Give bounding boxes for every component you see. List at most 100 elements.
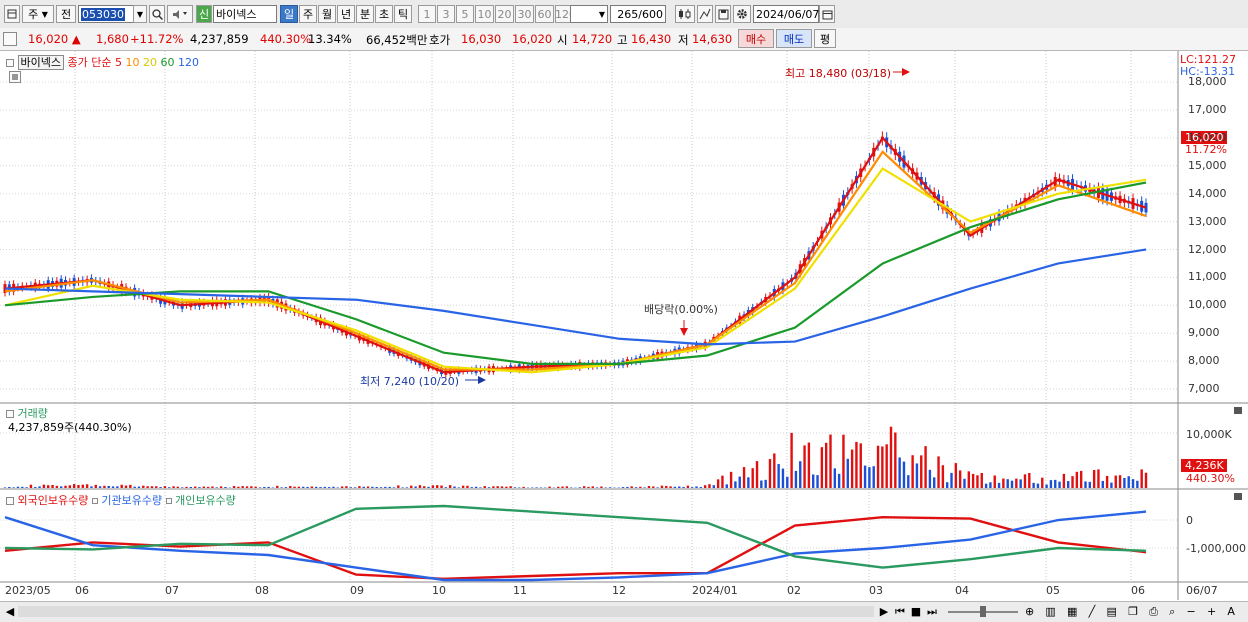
search-icon[interactable]: ⌕ bbox=[1169, 605, 1175, 619]
stock-name-field[interactable]: 바이넥스 bbox=[213, 5, 277, 23]
panel-close-icon[interactable] bbox=[1234, 493, 1242, 500]
interval-dropdown[interactable]: ▼ bbox=[570, 5, 608, 23]
market-select[interactable]: 주 ▼ bbox=[22, 5, 54, 23]
volume-bar bbox=[259, 487, 261, 488]
period-tab-1[interactable]: 주 bbox=[299, 5, 317, 23]
current-price: 16,020 ▲ bbox=[28, 32, 81, 46]
volume-bar bbox=[994, 475, 996, 488]
volume-bar bbox=[708, 484, 710, 488]
scroll-left-icon[interactable]: ◀ bbox=[4, 605, 16, 618]
stop-icon[interactable]: ■ bbox=[910, 605, 922, 618]
scrollbar-track[interactable] bbox=[18, 606, 874, 617]
volume-bar bbox=[56, 486, 58, 488]
search-icon[interactable] bbox=[149, 5, 165, 23]
window-menu-icon[interactable] bbox=[4, 5, 20, 23]
volume-bar bbox=[834, 468, 836, 488]
volume-bar bbox=[384, 487, 386, 488]
up-arrow-icon: ▲ bbox=[72, 32, 81, 46]
period-tab-0[interactable]: 일 bbox=[280, 5, 298, 23]
interval-tab-1[interactable]: 1 bbox=[418, 5, 436, 23]
volume-bar bbox=[933, 477, 935, 488]
interval-tab-60[interactable]: 60 bbox=[535, 5, 554, 23]
volume-bar bbox=[216, 487, 218, 488]
legend-toggle-icon[interactable] bbox=[6, 410, 14, 418]
volume-bar bbox=[998, 483, 1000, 488]
copy-icon[interactable]: ❐ bbox=[1128, 605, 1138, 618]
font-icon[interactable]: A bbox=[1227, 605, 1235, 618]
legend-toggle-icon[interactable] bbox=[166, 498, 172, 504]
scroll-right-icon[interactable]: ▶ bbox=[878, 605, 890, 618]
volume-bar bbox=[367, 486, 369, 488]
last-page-icon[interactable]: ⏭ bbox=[926, 605, 938, 618]
volume-bar bbox=[341, 486, 343, 488]
zoom-slider-handle[interactable] bbox=[980, 606, 986, 617]
date-field[interactable]: 2024/06/07 bbox=[753, 5, 819, 23]
zoom-icon[interactable]: ⊕ bbox=[1025, 605, 1034, 618]
interval-tab-5[interactable]: 5 bbox=[456, 5, 474, 23]
candle-type-icon[interactable] bbox=[675, 5, 695, 23]
legend-toggle-icon[interactable] bbox=[6, 59, 14, 67]
volume-bar bbox=[302, 487, 304, 488]
interval-tab-10[interactable]: 10 bbox=[475, 5, 494, 23]
draw-tool-icon[interactable] bbox=[697, 5, 713, 23]
buy-button[interactable]: 매수 bbox=[738, 29, 774, 48]
bar-icon[interactable]: ▤ bbox=[1106, 605, 1116, 618]
line-icon[interactable]: ╱ bbox=[1089, 605, 1096, 618]
first-page-icon[interactable]: ⏮ bbox=[894, 605, 906, 618]
chevron-down-icon[interactable]: ▼ bbox=[133, 5, 147, 23]
volume-bar bbox=[535, 487, 537, 488]
period-tab-4[interactable]: 분 bbox=[356, 5, 374, 23]
calculator-icon[interactable] bbox=[9, 71, 21, 83]
bottom-toolbar: ◀ ▶ ⏮ ■ ⏭ ⊕ ▥ ▦ ╱ ▤ ❐ ⎙ ⌕ − + A bbox=[0, 601, 1248, 622]
stock-code-input[interactable]: 053030 bbox=[78, 5, 134, 23]
calendar-icon[interactable] bbox=[819, 5, 835, 23]
volume-bar bbox=[190, 487, 192, 488]
x-tick-label: 03 bbox=[869, 584, 883, 597]
interval-tab-20[interactable]: 20 bbox=[495, 5, 514, 23]
volume-bar bbox=[1089, 482, 1091, 488]
volume-bar bbox=[155, 486, 157, 488]
volume-bar bbox=[868, 467, 870, 488]
interval-tab-30[interactable]: 30 bbox=[515, 5, 534, 23]
volume-bar bbox=[1011, 481, 1013, 488]
volume-bar bbox=[756, 461, 758, 488]
gear-icon[interactable] bbox=[733, 5, 751, 23]
count-field[interactable]: 265/600 bbox=[610, 5, 666, 23]
volume-bar bbox=[769, 459, 771, 488]
grid-icon[interactable]: ▦ bbox=[1067, 605, 1077, 618]
period-tab-5[interactable]: 초 bbox=[375, 5, 393, 23]
volume-bar bbox=[95, 485, 97, 488]
volume-bar bbox=[1024, 474, 1026, 488]
chart-icon[interactable]: ▥ bbox=[1045, 605, 1055, 618]
save-icon[interactable] bbox=[715, 5, 731, 23]
volume-bar bbox=[1067, 481, 1069, 488]
volume-bar bbox=[254, 487, 256, 488]
period-tab-6[interactable]: 틱 bbox=[394, 5, 412, 23]
prev-button[interactable]: 전 bbox=[56, 5, 76, 23]
period-tab-3[interactable]: 년 bbox=[337, 5, 355, 23]
volume-bar bbox=[484, 486, 486, 488]
price-change-pct: +11.72% bbox=[130, 32, 184, 46]
volume-bar bbox=[497, 486, 499, 488]
stock-name-label: 바이넥스 bbox=[18, 55, 64, 70]
volume-bar bbox=[514, 487, 516, 488]
period-tab-2[interactable]: 월 bbox=[318, 5, 336, 23]
eval-button[interactable]: 평 bbox=[814, 29, 836, 48]
minus-icon[interactable]: − bbox=[1187, 605, 1196, 618]
panel-close-icon[interactable] bbox=[1234, 407, 1242, 414]
speaker-icon[interactable] bbox=[167, 5, 193, 23]
volume-bar bbox=[358, 486, 360, 488]
y-tick-label: 11,000 bbox=[1188, 270, 1227, 283]
foreign-label: 외국인보유수량 bbox=[18, 494, 89, 507]
volume-bar bbox=[717, 479, 719, 488]
stock-chart[interactable] bbox=[0, 51, 1248, 601]
legend-toggle-icon[interactable] bbox=[6, 497, 14, 505]
print-icon[interactable]: ⎙ bbox=[1149, 605, 1158, 619]
sell-button[interactable]: 매도 bbox=[776, 29, 812, 48]
volume-bar bbox=[410, 486, 412, 488]
volume-bar bbox=[1045, 485, 1047, 488]
legend-toggle-icon[interactable] bbox=[92, 498, 98, 504]
volume-bar bbox=[345, 486, 347, 488]
interval-tab-3[interactable]: 3 bbox=[437, 5, 455, 23]
plus-icon[interactable]: + bbox=[1207, 605, 1216, 618]
